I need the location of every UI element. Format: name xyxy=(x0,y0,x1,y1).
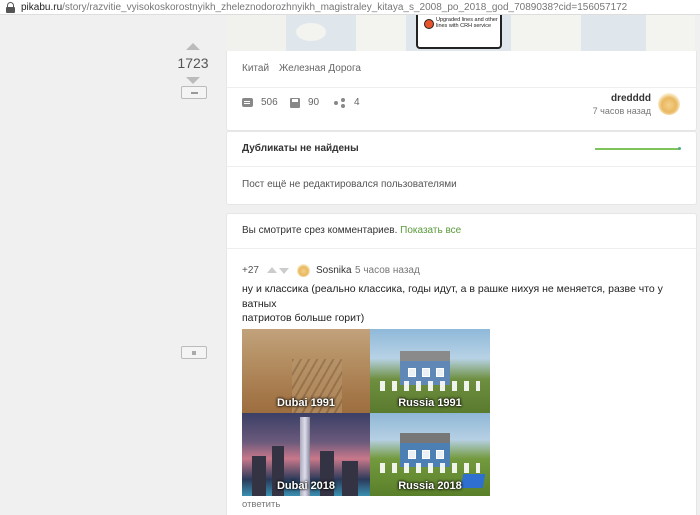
rating-column: 1723 xyxy=(0,15,225,514)
reply-link[interactable]: ответить xyxy=(242,499,280,510)
comment-icon xyxy=(242,98,253,107)
image-russia-2018: Russia 2018 xyxy=(370,413,490,496)
save-icon xyxy=(290,97,300,108)
comment-avatar[interactable] xyxy=(297,264,310,277)
saves-count: 90 xyxy=(308,97,320,108)
post-rating: 1723 xyxy=(177,55,209,71)
comments-slice-notice: Вы смотрите срез комментариев. Показать … xyxy=(226,213,697,250)
url-path: /story/razvitie_vyisokoskorostnyikh_zhel… xyxy=(62,1,628,13)
comment-rating: +27 xyxy=(242,265,259,276)
comment-time: 5 часов назад xyxy=(355,265,420,276)
post-stats: 506 90 4 dredddd 7 часов назад xyxy=(226,87,697,131)
dot-icon xyxy=(192,350,196,355)
comment-upvote-icon[interactable] xyxy=(267,267,277,273)
address-bar[interactable]: pikabu.ru /story/razvitie_vyisokoskorost… xyxy=(0,0,700,15)
author-avatar[interactable] xyxy=(658,93,680,115)
duplicates-progress xyxy=(595,147,681,150)
duplicates-section: Дубликаты не найдены xyxy=(226,131,697,168)
share-button[interactable]: 4 xyxy=(334,97,360,108)
map-legend: Upgraded lines and other lines with CRH … xyxy=(416,15,502,49)
comments-button[interactable]: 506 xyxy=(242,97,278,108)
comment-author[interactable]: Sosnika xyxy=(316,265,352,276)
tag-railway[interactable]: Железная Дорога xyxy=(279,63,361,74)
image-label: Russia 2018 xyxy=(398,480,462,492)
edit-status-text: Пост ещё не редактировался пользователям… xyxy=(242,179,457,190)
post-map-image: Upgraded lines and other lines with CRH … xyxy=(226,15,695,51)
image-dubai-1991: Dubai 1991 xyxy=(242,329,370,413)
minus-icon xyxy=(190,91,198,94)
image-label: Dubai 1991 xyxy=(276,397,336,409)
url-domain: pikabu.ru xyxy=(21,1,63,13)
comment-line: ну и классика (реально классика, годы ид… xyxy=(242,283,663,310)
slice-notice-text: Вы смотрите срез комментариев. Показать … xyxy=(242,225,461,236)
downvote-icon[interactable] xyxy=(186,77,200,84)
post-author[interactable]: dredddd xyxy=(611,93,651,104)
duplicates-title: Дубликаты не найдены xyxy=(242,143,359,154)
lock-icon xyxy=(6,2,15,13)
upvote-icon[interactable] xyxy=(186,43,200,50)
tag-china[interactable]: Китай xyxy=(242,63,269,74)
image-label: Russia 1991 xyxy=(398,397,462,409)
comment-line: патриотов больше горит) xyxy=(242,312,365,324)
comment-image[interactable]: Dubai 1991 Russia 1991 Dubai 2018 Russia… xyxy=(242,329,490,496)
post-time: 7 часов назад xyxy=(592,106,651,116)
share-icon xyxy=(334,97,346,108)
slice-text: Вы смотрите срез комментариев. xyxy=(242,225,398,236)
collapse-comment-button[interactable] xyxy=(181,346,207,359)
image-dubai-2018: Dubai 2018 xyxy=(242,413,370,496)
map-legend-text: Upgraded lines and other lines with CRH … xyxy=(436,17,498,29)
comment-downvote-icon[interactable] xyxy=(279,268,289,274)
edit-section: Пост ещё не редактировался пользователям… xyxy=(226,166,697,205)
image-label: Dubai 2018 xyxy=(276,480,336,492)
shares-count: 4 xyxy=(354,97,360,108)
show-all-link[interactable]: Показать все xyxy=(400,225,461,236)
comment: +27 Sosnika 5 часов назад ну и классика … xyxy=(226,248,697,515)
save-button[interactable]: 90 xyxy=(290,97,319,108)
image-russia-1991: Russia 1991 xyxy=(370,329,490,413)
comments-count: 506 xyxy=(261,97,278,108)
post-tags: Китай Железная Дорога xyxy=(226,51,697,88)
collapse-post-button[interactable] xyxy=(181,86,207,99)
legend-marker-icon xyxy=(424,19,434,29)
